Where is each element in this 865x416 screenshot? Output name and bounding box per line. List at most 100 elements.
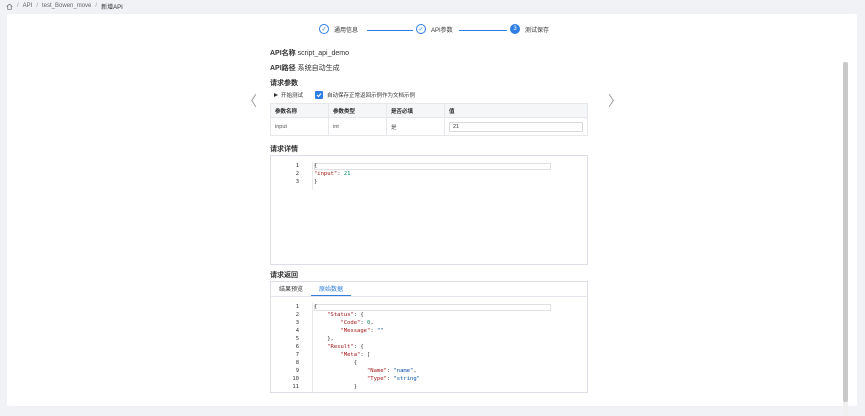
check-icon [316, 93, 322, 98]
line-number: 9 [295, 368, 299, 374]
code-line: 11 } [271, 383, 587, 391]
code-line: 1{ [271, 303, 587, 311]
next-arrow-icon[interactable]: 〉 [608, 94, 622, 108]
code-text: }, [314, 336, 334, 342]
api-name-value: script_api_demo [297, 50, 349, 57]
code-line: 1{ [271, 162, 587, 170]
request-params-title: 请求参数 [270, 80, 298, 87]
api-path-value: 系统自动生成 [297, 65, 340, 72]
param-name-cell: input [270, 117, 329, 136]
play-icon [274, 93, 278, 97]
request-detail-title: 请求详情 [270, 146, 298, 153]
code-line: 7 "Meta": [ [271, 351, 587, 359]
code-line: 8 { [271, 359, 587, 367]
breadcrumb-item-project[interactable]: test_Bowen_move [42, 3, 91, 9]
tab-result-preview[interactable]: 结果预览 [271, 281, 311, 296]
col-required: 是否必填 [386, 103, 445, 118]
col-param-name: 参数名称 [270, 103, 329, 118]
tab-raw-data[interactable]: 原始数据 [311, 281, 352, 296]
param-type-cell: int [328, 117, 387, 136]
test-bar: 开始测试 自动保存正常返回示例作为文档示例 [270, 89, 588, 101]
code-text: } [314, 179, 318, 185]
code-line: 4 "Message": "" [271, 327, 587, 335]
code-line: 3 "Code": 0, [271, 319, 587, 327]
content: API名称 script_api_demo API路径 系统自动生成 请求参数 … [270, 48, 588, 393]
col-param-type: 参数类型 [328, 103, 387, 118]
auto-save-checkbox[interactable] [315, 91, 324, 99]
breadcrumb-separator: / [17, 3, 19, 9]
code-line: 9 "Name": "name", [271, 367, 587, 375]
line-number: 3 [295, 179, 299, 185]
param-required-cell: 是 [386, 117, 445, 136]
line-number: 2 [295, 171, 299, 177]
code-text: "input": 21 [314, 171, 351, 177]
response-code-editor[interactable]: 1{2 "Status": {3 "Code": 0, 4 "Message": … [270, 297, 588, 393]
request-code-editor[interactable]: 1{2 "input": 21 3} [270, 155, 588, 265]
code-text: "Code": 0, [340, 320, 374, 326]
api-path-key: API路径 [270, 65, 296, 72]
api-name-key: API名称 [270, 50, 296, 57]
step-label: API参数 [431, 27, 453, 34]
code-line: 10 "Type": "string" [271, 375, 587, 383]
check-icon: ✓ [319, 24, 329, 34]
code-text: { [314, 360, 358, 366]
response-title: 请求返回 [270, 272, 298, 279]
step-connector [367, 30, 413, 31]
code-text: } [314, 384, 358, 390]
table-header-row: 参数名称 参数类型 是否必填 值 [270, 103, 588, 118]
auto-save-option[interactable]: 自动保存正常返回示例作为文档示例 [315, 91, 415, 99]
check-icon: ✓ [416, 24, 426, 34]
line-number: 10 [292, 376, 299, 382]
line-number: 2 [295, 312, 299, 318]
step-connector [459, 30, 507, 31]
breadcrumb: / API / test_Bowen_move / 新增API [6, 2, 123, 11]
start-test-button[interactable]: 开始测试 [270, 90, 307, 100]
response-tabs: 结果预览 原始数据 [270, 281, 588, 297]
line-number: 1 [295, 163, 299, 169]
code-line: 5 }, [271, 335, 587, 343]
auto-save-label: 自动保存正常返回示例作为文档示例 [327, 93, 416, 99]
steps: ✓ 通用信息 ✓ API参数 3 测试保存 [319, 24, 559, 36]
col-value: 值 [444, 103, 588, 118]
step-general-info[interactable]: ✓ 通用信息 [319, 24, 358, 34]
api-name-row: API名称 script_api_demo [270, 48, 588, 57]
code-text: "Status": { [327, 312, 364, 318]
breadcrumb-item-current: 新增API [101, 4, 123, 11]
prev-arrow-icon[interactable]: 〈 [243, 94, 257, 108]
param-value-input[interactable] [449, 121, 583, 132]
api-path-row: API路径 系统自动生成 [270, 63, 588, 72]
line-number: 4 [295, 328, 299, 334]
params-table: 参数名称 参数类型 是否必填 值 input int 是 [270, 103, 588, 136]
step-number: 3 [510, 24, 520, 34]
home-icon[interactable] [6, 3, 13, 10]
line-number: 8 [295, 360, 299, 366]
line-number: 7 [295, 352, 299, 358]
step-test-save[interactable]: 3 测试保存 [510, 24, 549, 34]
main-card: ✓ 通用信息 ✓ API参数 3 测试保存 〈 〉 API名称 script_a… [7, 14, 857, 416]
table-row: input int 是 [270, 117, 588, 136]
param-value-cell [444, 117, 588, 136]
line-number: 3 [295, 320, 299, 326]
breadcrumb-item-api[interactable]: API [23, 3, 33, 9]
code-text: "Name": "name", [366, 368, 417, 374]
scrollbar-thumb[interactable] [843, 62, 848, 402]
code-text: "Result": { [327, 344, 364, 350]
step-label: 通用信息 [334, 27, 359, 34]
code-text: "Meta": [ [340, 352, 371, 358]
code-text: { [314, 163, 318, 169]
code-text: "Type": "string" [366, 376, 420, 382]
step-api-params[interactable]: ✓ API参数 [416, 24, 453, 34]
code-line: 2 "input": 21 [271, 170, 587, 178]
line-number: 5 [295, 336, 299, 342]
code-text: "Message": "" [340, 328, 384, 334]
step-label: 测试保存 [525, 27, 550, 34]
breadcrumb-separator: / [95, 3, 98, 9]
line-number: 1 [295, 304, 299, 310]
code-line: 3} [271, 178, 587, 186]
breadcrumb-separator: / [36, 3, 39, 9]
start-test-label: 开始测试 [281, 93, 304, 99]
line-number: 11 [292, 384, 299, 390]
code-line: 6 "Result": { [271, 343, 587, 351]
line-number: 6 [295, 344, 299, 350]
code-text: { [314, 304, 318, 310]
